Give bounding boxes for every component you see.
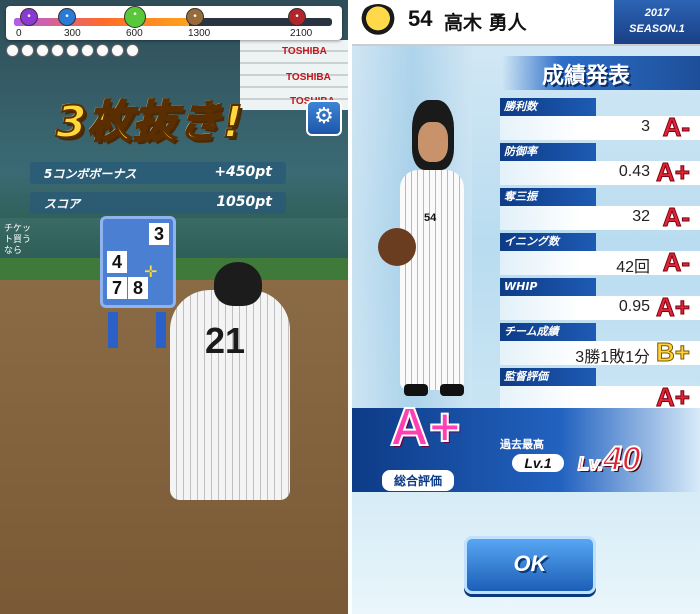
combo-bonus-value: +450pt	[214, 164, 272, 180]
target-stand-leg	[108, 312, 118, 348]
stat-grade: A+	[656, 157, 691, 188]
ball-icon	[126, 44, 139, 57]
rank-face-icon: •	[186, 8, 204, 26]
tick-label: 1300	[188, 28, 211, 39]
ball-icon	[36, 44, 49, 57]
ball-icon	[66, 44, 79, 57]
remaining-balls	[6, 42, 141, 57]
past-level: Lv.1	[512, 454, 564, 472]
season-label: SEASON.1	[629, 23, 685, 35]
progress-tick-labels: 0 300 600 1300 2100	[14, 28, 334, 40]
rank-face-icon: •	[288, 8, 306, 26]
player-number: 54	[408, 6, 433, 31]
stat-grade: A-	[662, 247, 690, 278]
score-label: スコア	[44, 197, 81, 211]
ball-icon	[96, 44, 109, 57]
ball-icon	[111, 44, 124, 57]
stat-value: 0.95	[618, 298, 650, 315]
combo-title: 3枚抜き!	[55, 96, 244, 149]
ok-button[interactable]: OK	[464, 536, 596, 594]
player-header: 54 高木 勇人 2017 SEASON.1	[352, 0, 700, 46]
player-shoe	[440, 384, 464, 396]
season-badge: 2017 SEASON.1	[614, 0, 700, 44]
stat-label: チーム成績	[500, 323, 596, 341]
season-year: 2017	[644, 7, 670, 19]
ad-board: TOSHIBA	[282, 46, 327, 57]
jersey-number: 54	[424, 212, 437, 224]
game-screen-batting: TOSHIBA TOSHIBA TOSHIBA • • • • • 0 300 …	[0, 0, 348, 614]
stat-row: 監督評価 A+	[500, 368, 700, 413]
aim-crosshair-icon: ✛	[144, 262, 158, 281]
stat-label: 勝利数	[500, 98, 596, 116]
glove-icon	[378, 228, 416, 266]
target-panel-number: 3	[149, 223, 169, 245]
target-stand-leg	[156, 312, 166, 348]
tick-label: 0	[16, 28, 22, 39]
ad-board: TOSHIBA	[286, 72, 331, 83]
new-level-prefix: Lv.	[577, 453, 604, 475]
strike-target-panel: 3 4 7 8	[100, 216, 176, 308]
rank-face-icon: •	[124, 6, 146, 28]
progress-fill	[14, 18, 189, 26]
rank-face-icon: •	[20, 8, 38, 26]
tick-label: 600	[126, 28, 143, 39]
stat-row: 奪三振 32 A-	[500, 188, 700, 233]
overall-label: 総合評価	[382, 470, 454, 491]
score-value: 1050pt	[216, 194, 272, 210]
score-progress-bar: • • • • • 0 300 600 1300 2100	[6, 6, 342, 40]
stat-row: 防御率 0.43 A+	[500, 143, 700, 188]
ball-icon	[51, 44, 64, 57]
stat-grade: A-	[662, 202, 690, 233]
combo-bonus-label: 5コンボボーナス	[44, 167, 137, 181]
stat-row: WHIP 0.95 A+	[500, 278, 700, 323]
player-shoe	[404, 384, 428, 396]
stat-grade: B+	[656, 337, 691, 368]
ball-icon	[6, 44, 19, 57]
player-uniform	[400, 170, 464, 390]
stat-row: 勝利数 3 A-	[500, 98, 700, 143]
ball-icon	[21, 44, 34, 57]
stat-grade: A-	[662, 112, 690, 143]
player-face	[418, 122, 448, 162]
new-level-number: 40	[602, 439, 642, 479]
stat-value: 3	[641, 118, 650, 135]
rank-face-icon: •	[58, 8, 76, 26]
stat-value: 0.43	[618, 163, 650, 180]
past-best-label: 過去最高	[500, 438, 544, 451]
player-name: 高木 勇人	[444, 12, 527, 34]
new-level: Lv.40	[577, 439, 642, 479]
tick-label: 2100	[290, 28, 313, 39]
combo-bonus-row: 5コンボボーナス +450pt	[30, 162, 286, 184]
ticket-ad: チケット買うなら	[4, 224, 32, 256]
stat-value: 42回	[616, 259, 650, 276]
stats-list: 勝利数 3 A- 防御率 0.43 A+ 奪三振 32 A- イニング数 42回 A- WHIP 0.95…	[500, 98, 700, 413]
batter-helmet	[214, 262, 262, 306]
stat-label: 奪三振	[500, 188, 596, 206]
stat-grade: A+	[656, 292, 691, 323]
stat-row: チーム成績 3勝1敗1分 B+	[500, 323, 700, 368]
stat-label: WHIP	[500, 278, 596, 296]
stat-row: イニング数 42回 A-	[500, 233, 700, 278]
ball-icon	[81, 44, 94, 57]
settings-gear-icon[interactable]: ⚙	[306, 100, 342, 136]
results-header: 成績発表	[542, 64, 631, 89]
score-row: スコア 1050pt	[30, 192, 286, 214]
overall-grade: A+	[389, 396, 462, 458]
stat-label: イニング数	[500, 233, 596, 251]
team-logo-icon	[358, 4, 398, 40]
target-panel-number: 4	[107, 251, 127, 273]
stat-label: 監督評価	[500, 368, 596, 386]
tick-label: 300	[64, 28, 81, 39]
player-figure: 54	[378, 100, 478, 400]
stat-label: 防御率	[500, 143, 596, 161]
results-screen: 54 高木 勇人 2017 SEASON.1 54 成績発表 勝利数 3 A- 防御率…	[352, 0, 700, 614]
target-panel-number: 7	[107, 277, 127, 299]
stat-value: 32	[632, 208, 650, 225]
stat-value: 3勝1敗1分	[575, 349, 650, 366]
batter-number: 21	[205, 320, 246, 361]
